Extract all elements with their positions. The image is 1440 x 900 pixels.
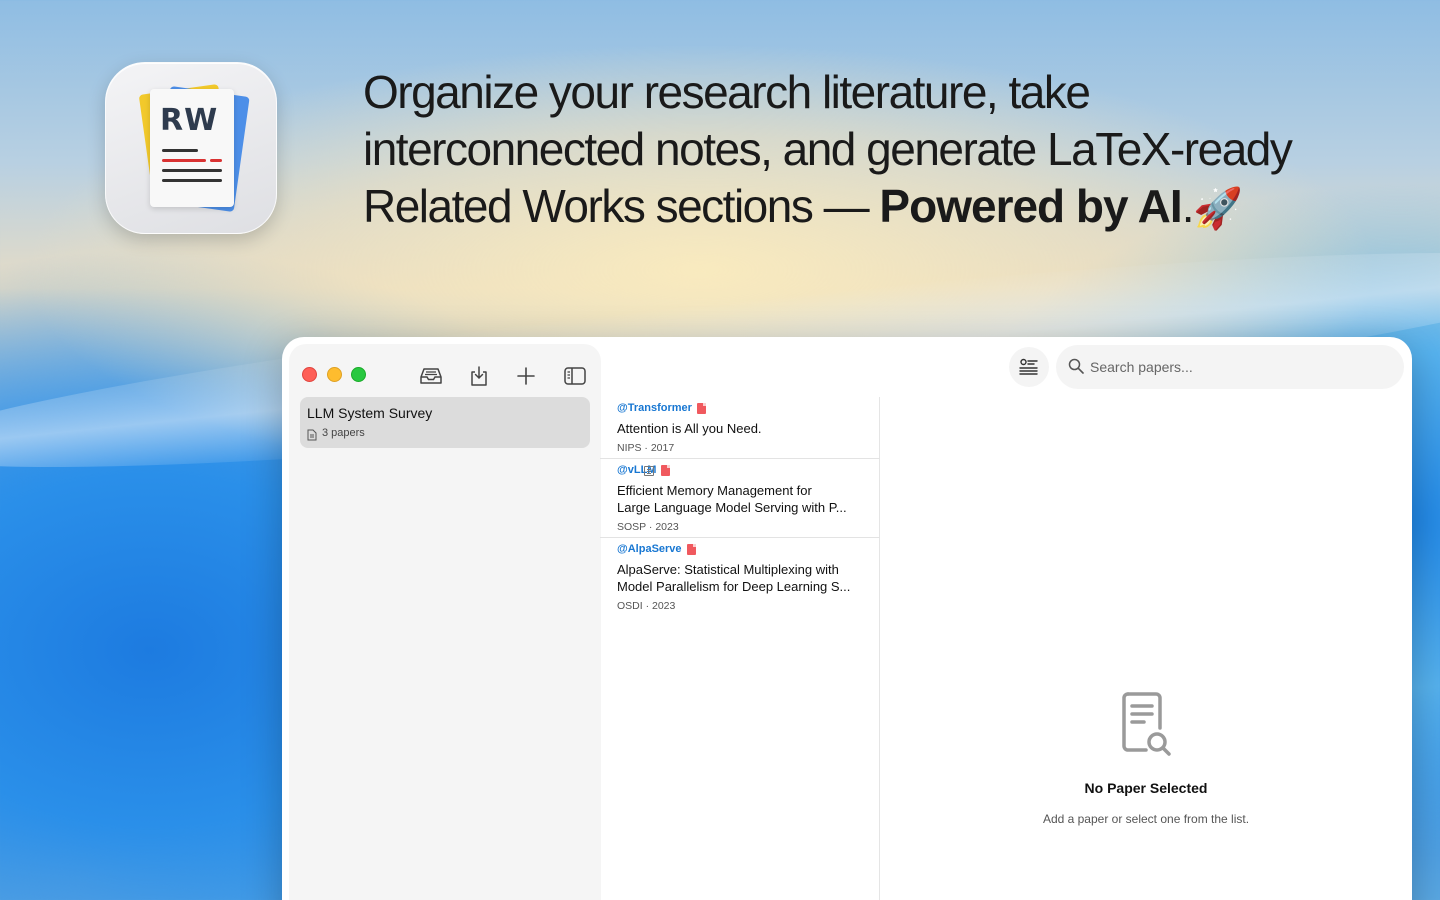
empty-state-title: No Paper Selected [1084, 780, 1208, 796]
search-input[interactable] [1090, 356, 1390, 378]
sidebar-toggle-icon[interactable] [564, 365, 586, 387]
pdf-icon [697, 403, 706, 414]
document-search-icon [1122, 692, 1172, 763]
empty-state-subtitle: Add a paper or select one from the list. [1042, 812, 1250, 826]
app-icon-label: RW [160, 103, 219, 138]
headline-period: . [1181, 180, 1195, 232]
headline-bold: Powered by AI [879, 180, 1182, 232]
rocket-icon: 🚀 [1192, 187, 1243, 231]
icon-line [162, 149, 198, 152]
icon-line [210, 159, 222, 162]
search-field[interactable] [1056, 345, 1404, 389]
icon-line [162, 179, 222, 182]
import-icon[interactable] [468, 365, 490, 387]
paper-list: @Transformer Attention is All you Need. … [600, 397, 880, 900]
paper-title: AlpaServe: Statistical Multiplexing with [617, 562, 839, 577]
document-icon [307, 428, 317, 446]
headline-line-3: Related Works sections — Powered by AI.🚀 [363, 178, 1363, 238]
collection-item[interactable]: LLM System Survey 3 papers [300, 397, 590, 448]
icon-line [162, 159, 206, 162]
paper-title: Attention is All you Need. [617, 421, 762, 436]
paper-meta: SOSP · 2023 [617, 521, 679, 533]
sidebar: LLM System Survey 3 papers [290, 345, 600, 900]
icon-line [162, 169, 222, 172]
paper-meta: NIPS · 2017 [617, 442, 675, 454]
paper-row[interactable]: @vLLM Efficient Memory Management for La… [600, 459, 880, 538]
headline-line-1: Organize your research literature, take [363, 66, 1091, 118]
close-button[interactable] [302, 367, 317, 382]
paper-title: Efficient Memory Management for [617, 483, 812, 498]
collection-title: LLM System Survey [307, 405, 433, 421]
minimize-button[interactable] [327, 367, 342, 382]
paper-citekey: @AlpaServe [617, 543, 682, 555]
app-window: LLM System Survey 3 papers @Transformer … [282, 337, 1412, 900]
paper-row[interactable]: @AlpaServe AlpaServe: Statistical Multip… [600, 538, 880, 618]
pdf-icon [687, 544, 696, 555]
note-icon [644, 466, 654, 476]
inspector-icon [1019, 358, 1038, 375]
inspector-toggle-button[interactable] [1009, 347, 1049, 387]
paper-meta: OSDI · 2023 [617, 600, 676, 612]
paper-row[interactable]: @Transformer Attention is All you Need. … [600, 397, 880, 459]
plus-icon[interactable] [515, 365, 537, 387]
paper-title-line2: Large Language Model Serving with P... [617, 500, 847, 515]
headline-line-3-text: Related Works sections — [363, 180, 880, 232]
app-icon: RW [105, 62, 277, 234]
zoom-button[interactable] [351, 367, 366, 382]
headline-line-2: interconnected notes, and generate LaTeX… [363, 123, 1293, 175]
paper-citekey: @Transformer [617, 402, 692, 414]
search-icon [1068, 358, 1084, 374]
hero-headline: Organize your research literature, take … [363, 64, 1363, 238]
collection-count: 3 papers [322, 427, 365, 439]
paper-title-line2: Model Parallelism for Deep Learning S... [617, 579, 851, 594]
pdf-icon [661, 465, 670, 476]
inbox-icon[interactable] [420, 365, 442, 387]
